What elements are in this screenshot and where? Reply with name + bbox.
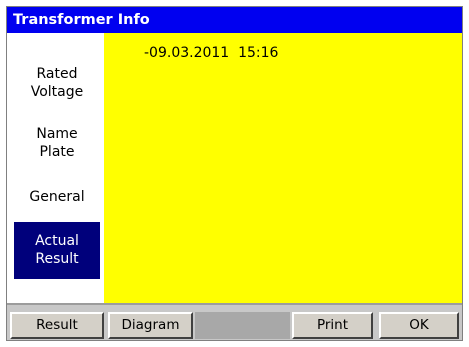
window-title: Transformer Info (13, 12, 150, 28)
sidebar-item-name-plate[interactable]: Name Plate (14, 125, 100, 167)
sidebar-item-rated-voltage[interactable]: Rated Voltage (14, 63, 100, 107)
sidebar-item-label: Name (36, 126, 78, 142)
sidebar-item-label: Voltage (30, 84, 84, 100)
sidebar-item-label: Actual (35, 233, 79, 249)
diagram-button[interactable]: Diagram (108, 312, 193, 339)
sidebar-item-label: Result (35, 251, 79, 267)
sidebar-item-actual-result[interactable]: Actual Result (14, 222, 100, 279)
toolbar-separator (7, 303, 462, 305)
sidebar-item-label: General (29, 189, 85, 205)
bottom-toolbar: Result Diagram Print OK (7, 303, 462, 340)
title-bar: Transformer Info (7, 7, 462, 33)
result-datetime: -09.03.2011 15:16 (144, 45, 279, 61)
print-button[interactable]: Print (292, 312, 373, 339)
ok-button[interactable]: OK (379, 312, 459, 339)
main-area: Rated Voltage Name Plate General Actual … (7, 33, 462, 303)
result-button[interactable]: Result (10, 312, 104, 339)
sidebar-item-label: Plate (39, 144, 75, 160)
sidebar: Rated Voltage Name Plate General Actual … (7, 33, 104, 303)
toolbar-empty-slot (195, 312, 290, 339)
sidebar-item-general[interactable]: General (14, 188, 100, 210)
sidebar-item-label: Rated (36, 66, 78, 82)
transformer-info-window: Transformer Info Rated Voltage Name Plat… (6, 6, 463, 341)
content-panel: -09.03.2011 15:16 (104, 33, 462, 303)
